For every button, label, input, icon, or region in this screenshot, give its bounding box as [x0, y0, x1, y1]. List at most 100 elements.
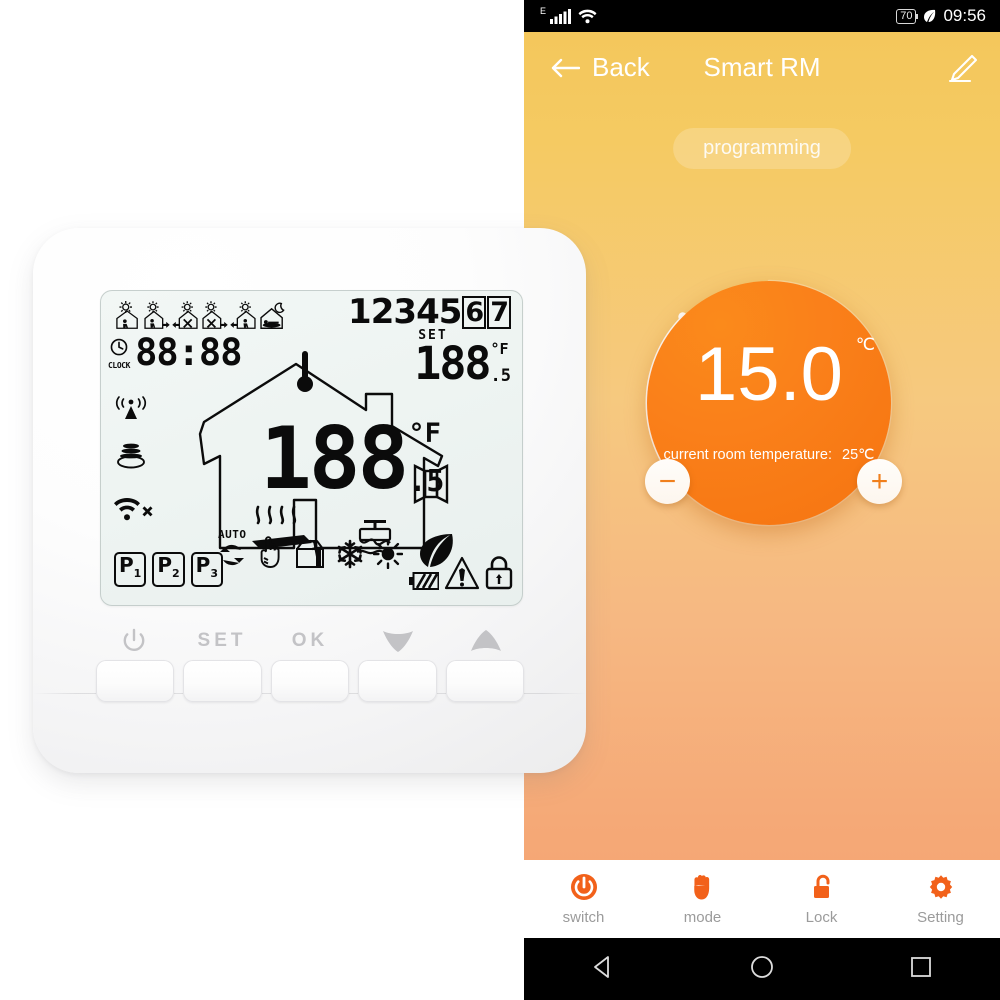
- room-temperature-value: 188: [260, 409, 409, 509]
- lcd-alert-icons: [409, 556, 513, 590]
- button-label-up: [442, 624, 530, 658]
- network-type-label: E: [540, 6, 547, 16]
- period-4-leave-icon: [202, 301, 228, 329]
- minus-icon: −: [658, 464, 677, 498]
- program-indicator-p3: P3: [190, 552, 223, 587]
- period-5-return-icon: [230, 301, 256, 329]
- current-room-label: current room temperature:: [663, 447, 832, 463]
- up-button[interactable]: [445, 660, 525, 702]
- set-temperature-unit: °F: [490, 340, 509, 358]
- button-label-down: [354, 624, 442, 658]
- wifi-disconnected-icon: [114, 498, 153, 521]
- phone-screen: E 70 09:56 Smart RM Back programming 15.…: [524, 0, 1000, 1000]
- lcd-status-icons: [114, 394, 154, 524]
- clock-label: CLOCK: [108, 361, 131, 370]
- power-icon: [570, 874, 597, 900]
- android-back-button[interactable]: [589, 953, 617, 986]
- down-arrow-icon: [383, 631, 413, 652]
- arrow-left-icon: [551, 58, 580, 77]
- program-indicator-row: P1 P2 P3: [114, 552, 223, 587]
- toolbar-item-lock[interactable]: Lock: [762, 872, 881, 926]
- lcd-screen: 1 2 3 4 5 6 7 CLOCK 88:88 188 °F .5 SET …: [100, 290, 523, 606]
- temperature-unit: ℃: [855, 335, 875, 354]
- day-number-4: 4: [416, 292, 440, 332]
- increase-temperature-button[interactable]: +: [857, 459, 902, 504]
- unlock-icon: [813, 874, 829, 898]
- android-home-button[interactable]: [748, 953, 776, 986]
- app-bar: Smart RM Back: [524, 32, 1000, 110]
- heating-sun-icon: [372, 539, 403, 569]
- cellular-signal-icon: [550, 9, 572, 24]
- android-home-icon: [751, 955, 773, 978]
- button-label-set: SET: [197, 630, 247, 651]
- thermostat-device: 1 2 3 4 5 6 7 CLOCK 88:88 188 °F .5 SET …: [33, 228, 586, 773]
- toolbar-item-switch[interactable]: switch: [524, 872, 643, 926]
- toolbar-label-mode: mode: [683, 909, 722, 926]
- up-arrow-icon: [471, 630, 501, 651]
- physical-button-row: [96, 660, 525, 702]
- android-back-icon: [594, 955, 610, 978]
- toolbar-label-setting: Setting: [917, 909, 964, 926]
- set-temperature-value: 188: [414, 337, 491, 390]
- set-temperature-display: SET 188 °F .5: [414, 328, 511, 390]
- power-saving-leaf-icon: [924, 9, 936, 22]
- down-button[interactable]: [358, 660, 437, 702]
- status-bar: E 70 09:56: [524, 0, 1000, 32]
- program-index-2: 2: [172, 567, 180, 580]
- power-icon: [123, 628, 145, 651]
- program-indicator-p2: P2: [152, 552, 185, 587]
- day-number-7: 7: [487, 295, 511, 329]
- button-label-row: SET OK: [90, 624, 530, 658]
- day-number-6: 6: [462, 295, 487, 329]
- period-2-leave-icon: [144, 301, 170, 329]
- warning-triangle-icon: [444, 556, 480, 590]
- thermometer-icon: [297, 351, 313, 392]
- battery-level: 70: [896, 8, 919, 24]
- android-recents-icon: [910, 956, 931, 977]
- program-indicator-p1: P1: [114, 552, 147, 587]
- clock-icon: [110, 338, 128, 356]
- lock-icon: [485, 556, 513, 590]
- pencil-edit-icon: [948, 54, 978, 83]
- toolbar-item-mode[interactable]: mode: [643, 872, 762, 926]
- power-button[interactable]: [96, 660, 175, 702]
- back-label: Back: [592, 52, 650, 82]
- thermostat-product-photo: 1 2 3 4 5 6 7 CLOCK 88:88 188 °F .5 SET …: [0, 0, 586, 1000]
- plus-icon: +: [870, 464, 889, 498]
- hand-icon: [693, 875, 709, 900]
- lcd-battery-icon: [409, 572, 439, 590]
- program-index-3: 3: [210, 567, 218, 580]
- rf-antenna-icon: [115, 396, 147, 419]
- day-number-2: 2: [370, 292, 395, 332]
- toolbar-label-lock: Lock: [805, 909, 838, 926]
- decrease-temperature-button[interactable]: −: [645, 459, 690, 504]
- set-button[interactable]: [183, 660, 262, 702]
- temperature-dial[interactable]: 15.0 ℃ current room temperature: 25℃ − +: [629, 263, 909, 543]
- status-bar-right: 70 09:56: [896, 6, 986, 26]
- day-number-3: 3: [393, 292, 417, 332]
- wifi-icon: [578, 9, 597, 24]
- open-window-icon: [413, 464, 449, 504]
- holiday-bag-icon: [295, 540, 324, 568]
- edit-button[interactable]: [946, 54, 978, 89]
- button-label-ok: OK: [291, 630, 329, 651]
- programming-button[interactable]: programming: [673, 128, 851, 169]
- android-recents-button[interactable]: [907, 953, 935, 986]
- bottom-toolbar: switch mode Lock Setting: [524, 860, 1000, 938]
- set-temperature-decimal: .5: [490, 366, 511, 386]
- period-1-wake-home-icon: [116, 301, 138, 329]
- toolbar-item-setting[interactable]: Setting: [881, 872, 1000, 926]
- ok-button[interactable]: [270, 660, 350, 702]
- room-temperature-unit: °F: [408, 418, 441, 449]
- status-bar-left: E: [538, 6, 597, 24]
- day-number-5: 5: [438, 292, 463, 332]
- android-navigation-bar: [524, 938, 1000, 1000]
- day-number-1: 1: [348, 292, 372, 332]
- server-stack-icon: [117, 443, 145, 469]
- clock-time: 09:56: [943, 6, 986, 25]
- period-6-sleep-icon: [260, 302, 285, 329]
- auto-label: AUTO: [218, 528, 247, 541]
- schedule-period-icons: [114, 300, 286, 330]
- period-3-return-icon: [172, 301, 198, 329]
- back-button[interactable]: Back: [550, 52, 650, 83]
